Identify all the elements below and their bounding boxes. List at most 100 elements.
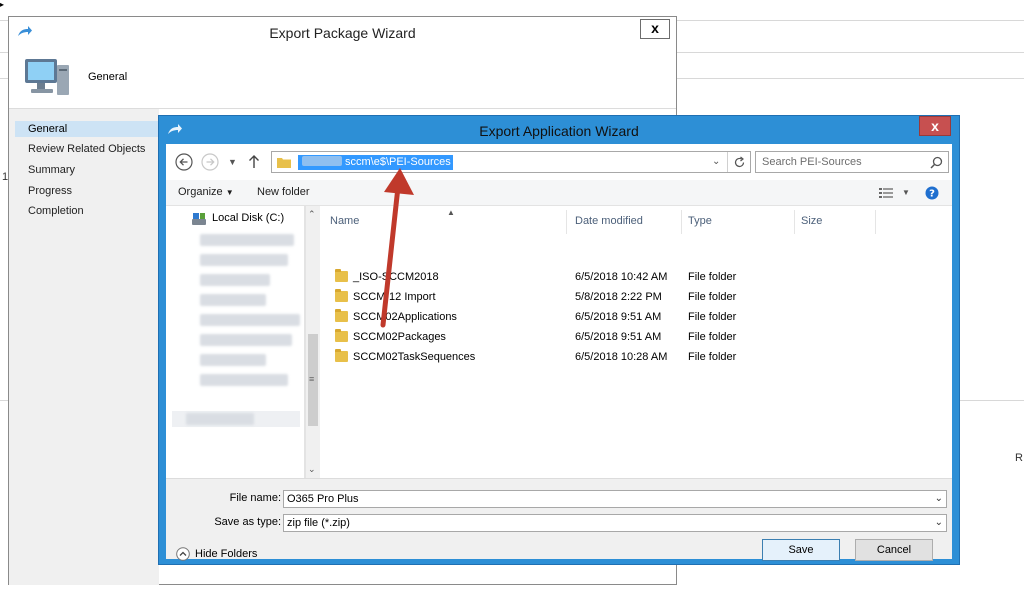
organize-chevron-icon: ▼ [225, 188, 234, 197]
file-date: 6/5/2018 10:42 AM [575, 271, 668, 283]
column-divider [681, 210, 682, 234]
folder-icon [335, 329, 348, 342]
save-type-dropdown-chevron-icon[interactable]: ⌄ [935, 515, 943, 531]
tree-item-blurred[interactable] [200, 274, 270, 286]
save-options-panel: File name: O365 Pro Plus ⌄ Save as type:… [166, 478, 952, 561]
save-type-value: zip file (*.zip) [287, 517, 350, 529]
folder-icon [335, 289, 348, 302]
computer-icon [25, 59, 69, 95]
package-wizard-nav: General Review Related Objects Summary P… [9, 109, 159, 585]
file-name-value: O365 Pro Plus [287, 493, 359, 505]
nav-item-progress[interactable]: Progress [28, 185, 72, 197]
file-name: SCCM02TaskSequences [353, 351, 476, 363]
tree-item-blurred[interactable] [200, 314, 300, 326]
column-divider [875, 210, 876, 234]
view-chevron-icon[interactable]: ▼ [902, 186, 910, 200]
file-type: File folder [688, 351, 737, 363]
scroll-down-icon[interactable]: ⌄ [308, 462, 316, 476]
drive-icon [192, 213, 206, 225]
column-header-date-modified[interactable]: Date modified [575, 215, 643, 235]
folder-icon [335, 269, 348, 282]
file-name-dropdown-chevron-icon[interactable]: ⌄ [935, 491, 943, 507]
sort-ascending-icon: ▲ [447, 208, 455, 217]
tree-scroll-thumb[interactable]: ≡ [308, 334, 318, 426]
file-type: File folder [688, 291, 737, 303]
navigation-tree: Local Disk (C:) [166, 206, 305, 478]
file-name-input[interactable]: O365 Pro Plus ⌄ [283, 490, 947, 508]
file-type: File folder [688, 311, 737, 323]
tree-item-local-disk-label: Local Disk (C:) [212, 212, 285, 224]
help-icon[interactable]: ? [925, 186, 939, 200]
file-row[interactable]: SCCM02TaskSequences 6/5/2018 10:28 AM Fi… [320, 348, 880, 368]
dialog-toolbar: Organize ▼ New folder ▼ ? [166, 180, 952, 206]
file-type: File folder [688, 271, 737, 283]
cancel-button[interactable]: Cancel [855, 539, 933, 561]
bg-caret-icon: ▸ [0, 0, 5, 9]
package-wizard-titlebar[interactable]: Export Package Wizard x [9, 17, 676, 47]
app-wizard-titlebar[interactable]: Export Application Wizard x [159, 116, 959, 144]
app-wizard-close-button[interactable]: x [919, 116, 951, 136]
recent-locations-chevron-icon[interactable]: ▼ [228, 155, 237, 169]
address-bar[interactable]: sccm\e$\PEI-Sources ⌄ [271, 151, 751, 173]
tree-item-blurred [186, 413, 254, 425]
up-folder-icon[interactable] [248, 154, 260, 169]
package-wizard-header-label: General [88, 71, 128, 83]
tree-item-blurred[interactable] [200, 334, 292, 346]
blurred-server-name [302, 156, 342, 166]
nav-item-general[interactable]: General [15, 121, 159, 137]
column-header-type[interactable]: Type [688, 215, 712, 235]
package-wizard-close-button[interactable]: x [640, 19, 670, 39]
tree-item-blurred[interactable] [200, 354, 266, 366]
search-input[interactable]: Search PEI-Sources [755, 151, 949, 173]
tree-item-blurred[interactable] [200, 374, 288, 386]
address-dropdown-chevron-icon[interactable]: ⌄ [712, 155, 720, 169]
file-type: File folder [688, 331, 737, 343]
column-header-size[interactable]: Size [801, 215, 822, 235]
file-name: SCCM02Packages [353, 331, 446, 343]
app-wizard-title: Export Application Wizard [479, 123, 639, 139]
tree-item-blurred[interactable] [200, 294, 266, 306]
annotation-arrow-icon [380, 168, 414, 328]
file-date: 5/8/2018 2:22 PM [575, 291, 662, 303]
save-type-select[interactable]: zip file (*.zip) ⌄ [283, 514, 947, 532]
tree-item-blurred[interactable] [200, 234, 294, 246]
new-folder-button[interactable]: New folder [257, 186, 310, 198]
nav-item-completion[interactable]: Completion [28, 205, 84, 217]
file-date: 6/5/2018 9:51 AM [575, 331, 662, 343]
scroll-up-icon[interactable]: ⌃ [308, 207, 316, 221]
folder-icon [335, 309, 348, 322]
collapse-up-icon [176, 547, 190, 561]
search-placeholder: Search PEI-Sources [762, 156, 862, 168]
folder-icon [335, 349, 348, 362]
tree-scrollbar[interactable]: ⌃ ≡ ⌄ [305, 206, 320, 478]
hide-folders-label: Hide Folders [195, 548, 258, 560]
address-divider [727, 152, 728, 172]
tree-item-blurred[interactable] [200, 254, 288, 266]
save-type-label: Save as type: [214, 516, 281, 528]
column-divider [794, 210, 795, 234]
file-name-label: File name: [229, 492, 281, 504]
organize-button[interactable]: Organize ▼ [178, 186, 234, 198]
save-dialog-client: ▼ sccm\e$\PEI-Sources ⌄ Search PEI-Sourc… [166, 144, 952, 561]
column-divider [566, 210, 567, 234]
file-row[interactable]: SCCM02Packages 6/5/2018 9:51 AM File fol… [320, 328, 880, 348]
file-date: 6/5/2018 10:28 AM [575, 351, 668, 363]
column-header-name[interactable]: Name [330, 215, 359, 235]
bg-text: R [1015, 452, 1023, 464]
search-icon[interactable] [930, 156, 943, 169]
package-wizard-header: General [9, 47, 676, 109]
export-application-wizard-window: Export Application Wizard x ▼ sccm\e$\PE… [158, 115, 960, 565]
back-icon[interactable] [175, 153, 193, 171]
svg-text:?: ? [929, 189, 935, 200]
package-wizard-title: Export Package Wizard [269, 25, 416, 41]
forward-icon[interactable] [201, 153, 219, 171]
organize-label: Organize [178, 186, 223, 198]
folder-icon [277, 158, 291, 168]
nav-item-summary[interactable]: Summary [28, 164, 75, 176]
tree-network-row[interactable] [172, 411, 300, 427]
nav-item-review-related-objects[interactable]: Review Related Objects [28, 143, 145, 155]
save-button[interactable]: Save [762, 539, 840, 561]
refresh-icon[interactable] [733, 156, 746, 169]
scroll-grip-icon: ≡ [309, 374, 315, 384]
view-options-icon[interactable] [879, 188, 893, 199]
